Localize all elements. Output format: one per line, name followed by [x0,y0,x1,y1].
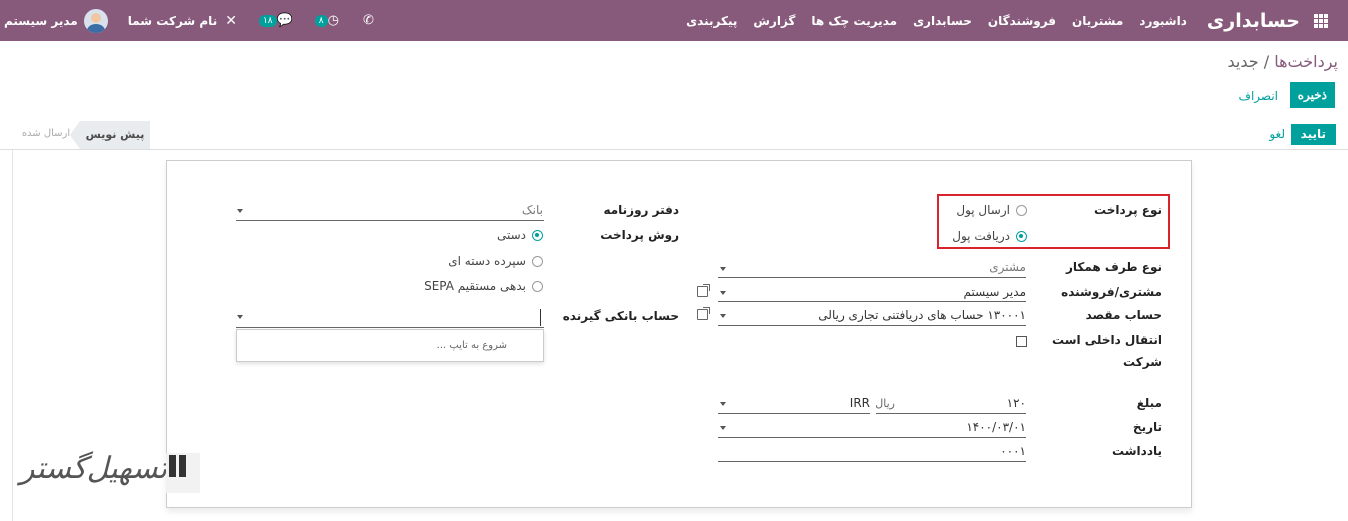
radio-receive-money-label: دریافت پول [952,229,1010,243]
chevron-down-icon[interactable] [720,426,726,430]
amount-value[interactable]: ۱۲۰ [1007,396,1026,410]
radio-send-money-label: ارسال پول [956,203,1010,217]
menu-item-accounting[interactable]: حسابداری [913,14,972,28]
left-border [12,150,13,521]
radio-batch-deposit[interactable]: سپرده دسته ای [448,254,543,268]
apps-grid-icon[interactable] [1314,13,1328,28]
user-name: مدیر سیستم [4,13,78,28]
breadcrumb-current: جدید [1227,52,1259,71]
radio-icon [532,280,543,292]
partner-select[interactable] [718,301,1026,302]
radio-batch-deposit-label: سپرده دسته ای [448,254,526,268]
breadcrumb: پرداخت‌ها / جدید [1228,52,1338,71]
menu-item-customers[interactable]: مشتریان [1072,14,1123,28]
chevron-down-icon[interactable] [720,314,726,318]
activity-menu[interactable]: ۸ ◷ [313,13,339,28]
partner-type-select[interactable] [718,277,1026,278]
radio-icon [532,255,543,267]
radio-sepa-label: بدهی مستقیم SEPA [424,279,526,293]
radio-receive-money[interactable]: دریافت پول [952,229,1027,243]
internal-transfer-checkbox[interactable] [1016,336,1027,347]
partner-type-label: نوع طرف همکار [1065,260,1162,274]
memo-label: یادداشت [1112,444,1162,458]
chevron-down-icon[interactable] [237,315,243,319]
journal-value[interactable]: بانک [522,203,543,217]
radio-icon [1016,204,1027,216]
company-switcher[interactable]: نام شرکت شما [128,14,217,28]
journal-select[interactable] [236,220,544,221]
radio-manual[interactable]: دستی [497,228,543,242]
menu-item-dashboard[interactable]: داشبورد [1139,14,1187,28]
statusbar-divider [0,149,1348,150]
discard-button[interactable]: انصراف [1239,89,1278,103]
app-brand[interactable]: حسابداری [1207,10,1300,32]
confirm-button[interactable]: تایید [1290,124,1336,145]
status-sent: ارسال شده [21,128,71,139]
external-link-icon[interactable] [697,307,710,320]
currency-select[interactable] [718,413,870,414]
chevron-down-icon[interactable] [720,267,726,271]
main-menu: داشبورد مشتریان فروشندگان حسابداری مدیری… [686,14,1187,28]
amount-input[interactable] [876,413,1026,414]
top-navbar: حسابداری داشبورد مشتریان فروشندگان حسابد… [0,0,1348,41]
payment-method-label: روش پرداخت [600,228,679,242]
currency-name: ریال [875,397,895,410]
date-input[interactable] [718,437,1026,438]
debug-tools-icon[interactable]: ✕ [225,13,237,29]
clock-icon: ◷ [327,13,339,28]
amount-label: مبلغ [1136,396,1162,410]
brand-logo-icon [166,453,200,493]
internal-transfer-label: انتقال داخلی است [1051,333,1162,347]
recipient-bank-label: حساب بانکی گیرنده [562,309,679,323]
menu-item-vendors[interactable]: فروشندگان [988,14,1056,28]
activities-badge: ۸ [314,14,328,27]
journal-label: دفتر روزنامه [603,203,679,217]
text-cursor [540,309,541,326]
chevron-down-icon[interactable] [720,402,726,406]
memo-value[interactable]: ۰۰۰۱ [1000,444,1026,458]
messaging-menu[interactable]: ۱۸ 💬 [257,13,293,28]
currency-code[interactable]: IRR [850,396,870,410]
dest-account-label: حساب مقصد [1085,308,1162,322]
partner-type-value[interactable]: مشتری [989,260,1026,274]
payment-type-label: نوع پرداخت [1094,203,1162,217]
partner-label: مشتری/فروشنده [1061,285,1162,299]
date-label: تاریخ [1132,420,1162,434]
radio-manual-label: دستی [496,228,526,242]
avatar [83,8,108,33]
radio-sepa[interactable]: بدهی مستقیم SEPA [424,279,543,293]
recipient-bank-input[interactable] [236,327,544,328]
messages-badge: ۱۸ [258,14,277,27]
radio-selected-icon [1016,230,1027,242]
chevron-down-icon[interactable] [720,291,726,295]
chat-icon: 💬 [276,13,293,28]
watermark-text: تسهیل‌گستر [20,451,168,486]
company-label: شرکت [1123,355,1162,369]
partner-value[interactable]: مدیر سیستم [964,285,1027,299]
dest-account-select[interactable] [718,325,1026,326]
external-link-icon[interactable] [697,284,710,297]
radio-send-money[interactable]: ارسال پول [956,203,1027,217]
menu-item-config[interactable]: پیکربندی [686,14,737,28]
radio-selected-icon [532,229,543,241]
dest-account-value[interactable]: ۱۳۰۰۰۱ حساب های دریافتنی تجاری ریالی [818,308,1026,322]
date-value[interactable]: ۱۴۰۰/۰۳/۰۱ [966,420,1026,434]
breadcrumb-parent[interactable]: پرداخت‌ها [1274,52,1338,71]
status-draft: پیش نویس [70,121,150,149]
save-button[interactable]: ذخیره [1289,82,1335,108]
navbar-systray: مدیر سیستم نام شرکت شما ✕ ۱۸ 💬 ۸ ◷ ✆ [0,0,374,41]
breadcrumb-separator: / [1263,52,1270,71]
chevron-down-icon[interactable] [237,209,243,213]
autocomplete-dropdown[interactable]: شروع به تایپ ... [236,329,544,362]
user-menu[interactable]: مدیر سیستم [4,8,108,33]
dropdown-hint: شروع به تایپ ... [436,340,507,351]
memo-input[interactable] [718,461,1026,462]
menu-item-reports[interactable]: گزارش [753,14,795,28]
phone-icon[interactable]: ✆ [363,13,374,28]
watermark-logo: تسهیل‌گستر [20,447,200,497]
cancel-button[interactable]: لغو [1269,127,1285,141]
menu-item-checks[interactable]: مدیریت چک ها [811,14,897,28]
